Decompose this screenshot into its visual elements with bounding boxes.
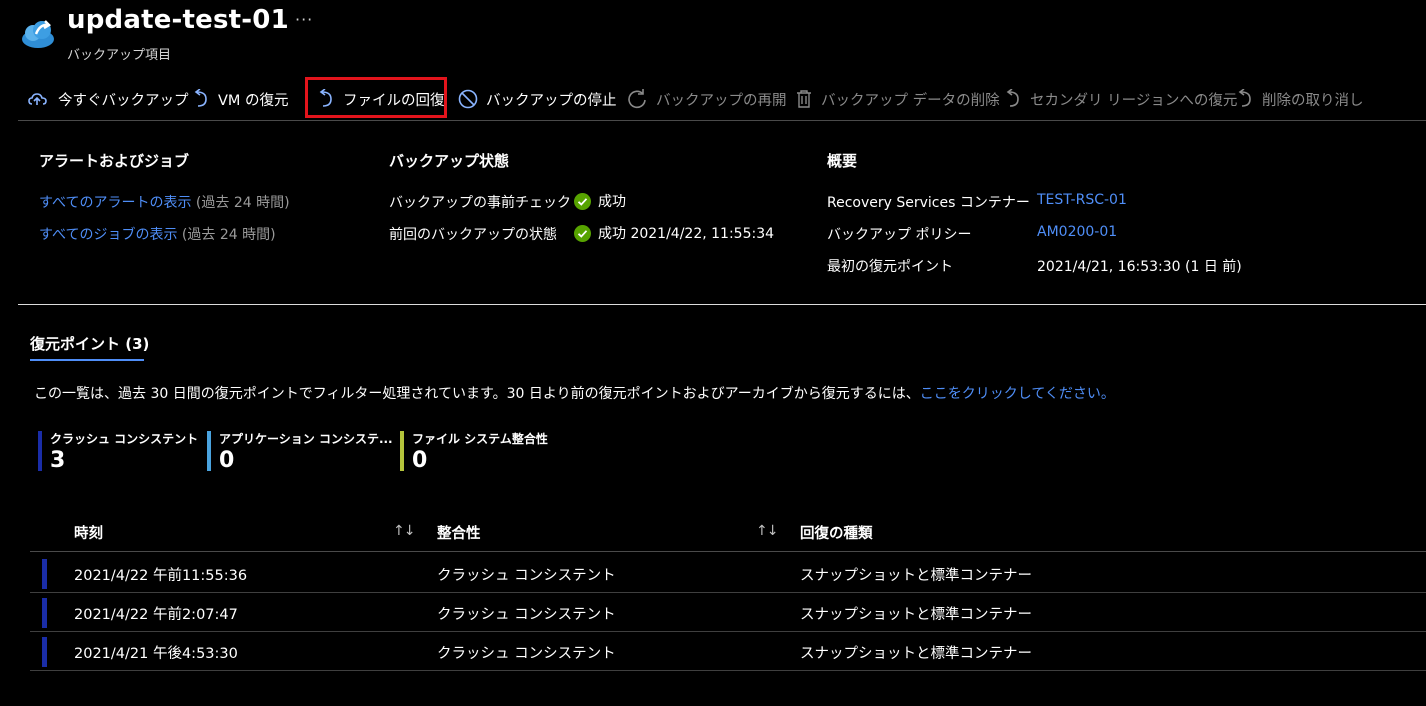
block-icon — [458, 89, 478, 109]
cell-recovery-type: スナップショットと標準コンテナー — [800, 607, 1032, 623]
restore-vm-label: VM の復元 — [218, 92, 289, 109]
column-header-recovery-type[interactable]: 回復の種類 — [800, 522, 873, 543]
table-header-divider — [30, 551, 1426, 552]
filter-info-message: この一覧は、過去 30 日間の復元ポイントでフィルター処理されています。30 日… — [34, 386, 920, 402]
restore-secondary-region-label: セカンダリ リージョンへの復元 — [1030, 92, 1238, 109]
column-header-consistency[interactable]: 整合性 — [437, 522, 481, 543]
row-marker — [42, 598, 47, 628]
all-jobs-link[interactable]: すべてのジョブの表示 — [39, 227, 177, 243]
success-check-icon — [574, 192, 591, 210]
delete-backup-data-button[interactable]: バックアップ データの削除 — [795, 84, 1000, 114]
tab-active-indicator — [30, 359, 144, 361]
counter-label: クラッシュ コンシステント — [50, 432, 199, 446]
delete-backup-data-label: バックアップ データの削除 — [821, 92, 1000, 109]
trash-icon — [797, 90, 811, 108]
stop-backup-button[interactable]: バックアップの停止 — [458, 84, 617, 114]
more-options-button[interactable]: ··· — [295, 10, 313, 29]
counter-value: 0 — [412, 448, 428, 473]
page-subtitle: バックアップ項目 — [67, 48, 172, 63]
backup-now-button[interactable]: 今すぐバックアップ — [28, 84, 189, 114]
backup-status-heading: バックアップ状態 — [389, 152, 510, 170]
highlight-box — [305, 77, 447, 118]
all-alerts-row: すべてのアラートの表示 (過去 24 時間) — [39, 192, 290, 212]
table-row[interactable]: 2021/4/22 午前11:55:36 クラッシュ コンシステント スナップシ… — [30, 553, 1426, 593]
last-backup-value: 成功 2021/4/22, 11:55:34 — [598, 226, 775, 242]
refresh-icon — [628, 89, 646, 109]
row-marker — [42, 559, 47, 589]
success-check-icon — [574, 224, 591, 242]
toolbar-divider — [18, 120, 1426, 121]
last-backup-label: 前回のバックアップの状態 — [389, 227, 557, 243]
all-jobs-note: (過去 24 時間) — [181, 227, 276, 243]
tab-restore-points[interactable]: 復元ポイント (3) — [30, 333, 149, 354]
cell-consistency: クラッシュ コンシステント — [437, 568, 616, 584]
vault-link[interactable]: TEST-RSC-01 — [1037, 192, 1127, 208]
counter-value: 0 — [219, 448, 235, 473]
stop-backup-label: バックアップの停止 — [486, 92, 617, 109]
summary-heading: 概要 — [827, 152, 858, 170]
row-marker — [42, 637, 47, 667]
cell-consistency: クラッシュ コンシステント — [437, 607, 616, 623]
cell-time: 2021/4/21 午後4:53:30 — [74, 646, 238, 662]
vault-label: Recovery Services コンテナー — [827, 195, 1030, 211]
all-jobs-row: すべてのジョブの表示 (過去 24 時間) — [39, 224, 276, 244]
all-alerts-link[interactable]: すべてのアラートの表示 — [39, 195, 191, 211]
precheck-value: 成功 — [598, 194, 626, 210]
backup-item-icon — [18, 14, 56, 52]
policy-label: バックアップ ポリシー — [827, 227, 972, 243]
sort-icon[interactable]: ↑↓ — [393, 523, 415, 539]
undo-icon — [1006, 89, 1019, 107]
column-header-time[interactable]: 時刻 — [74, 522, 103, 543]
cell-recovery-type: スナップショットと標準コンテナー — [800, 568, 1032, 584]
backup-now-label: 今すぐバックアップ — [58, 92, 189, 109]
page-title: update-test-01 — [67, 5, 289, 35]
first-restore-point-value: 2021/4/21, 16:53:30 (1 日 前) — [1037, 259, 1242, 275]
counter-label: ファイル システム整合性 — [412, 432, 548, 446]
cell-time: 2021/4/22 午前11:55:36 — [74, 568, 248, 584]
sort-icon[interactable]: ↑↓ — [756, 523, 778, 539]
first-restore-point-label: 最初の復元ポイント — [827, 259, 953, 275]
counter-bar — [400, 431, 404, 471]
backup-cloud-icon — [28, 93, 47, 105]
cell-recovery-type: スナップショットと標準コンテナー — [800, 646, 1032, 662]
resume-backup-label: バックアップの再開 — [656, 92, 787, 109]
cell-time: 2021/4/22 午前2:07:47 — [74, 607, 238, 623]
filter-info-text: この一覧は、過去 30 日間の復元ポイントでフィルター処理されています。30 日… — [34, 383, 1115, 403]
essentials-divider — [18, 304, 1426, 305]
all-alerts-note: (過去 24 時間) — [195, 195, 290, 211]
last-backup-status: 成功 2021/4/22, 11:55:34 — [574, 223, 774, 243]
undelete-label: 削除の取り消し — [1262, 92, 1364, 109]
resume-backup-button[interactable]: バックアップの再開 — [626, 84, 787, 114]
table-row[interactable]: 2021/4/22 午前2:07:47 クラッシュ コンシステント スナップショ… — [30, 592, 1426, 632]
counter-bar — [38, 431, 42, 471]
precheck-label: バックアップの事前チェック — [389, 195, 571, 211]
counter-label: アプリケーション コンシステ... — [219, 432, 393, 446]
policy-link[interactable]: AM0200-01 — [1037, 224, 1117, 240]
alerts-heading: アラートおよびジョブ — [39, 152, 190, 170]
counter-value: 3 — [50, 448, 66, 473]
table-row[interactable]: 2021/4/21 午後4:53:30 クラッシュ コンシステント スナップショ… — [30, 631, 1426, 671]
cell-consistency: クラッシュ コンシステント — [437, 646, 616, 662]
restore-vm-button[interactable]: VM の復元 — [192, 84, 289, 114]
undo-icon — [1238, 89, 1251, 107]
archive-restore-link[interactable]: ここをクリックしてください。 — [920, 386, 1115, 402]
restore-secondary-region-button[interactable]: セカンダリ リージョンへの復元 — [1004, 84, 1237, 114]
undelete-button[interactable]: 削除の取り消し — [1236, 84, 1364, 114]
undo-icon — [194, 89, 207, 107]
precheck-status: 成功 — [574, 191, 626, 211]
counter-bar — [207, 431, 211, 471]
